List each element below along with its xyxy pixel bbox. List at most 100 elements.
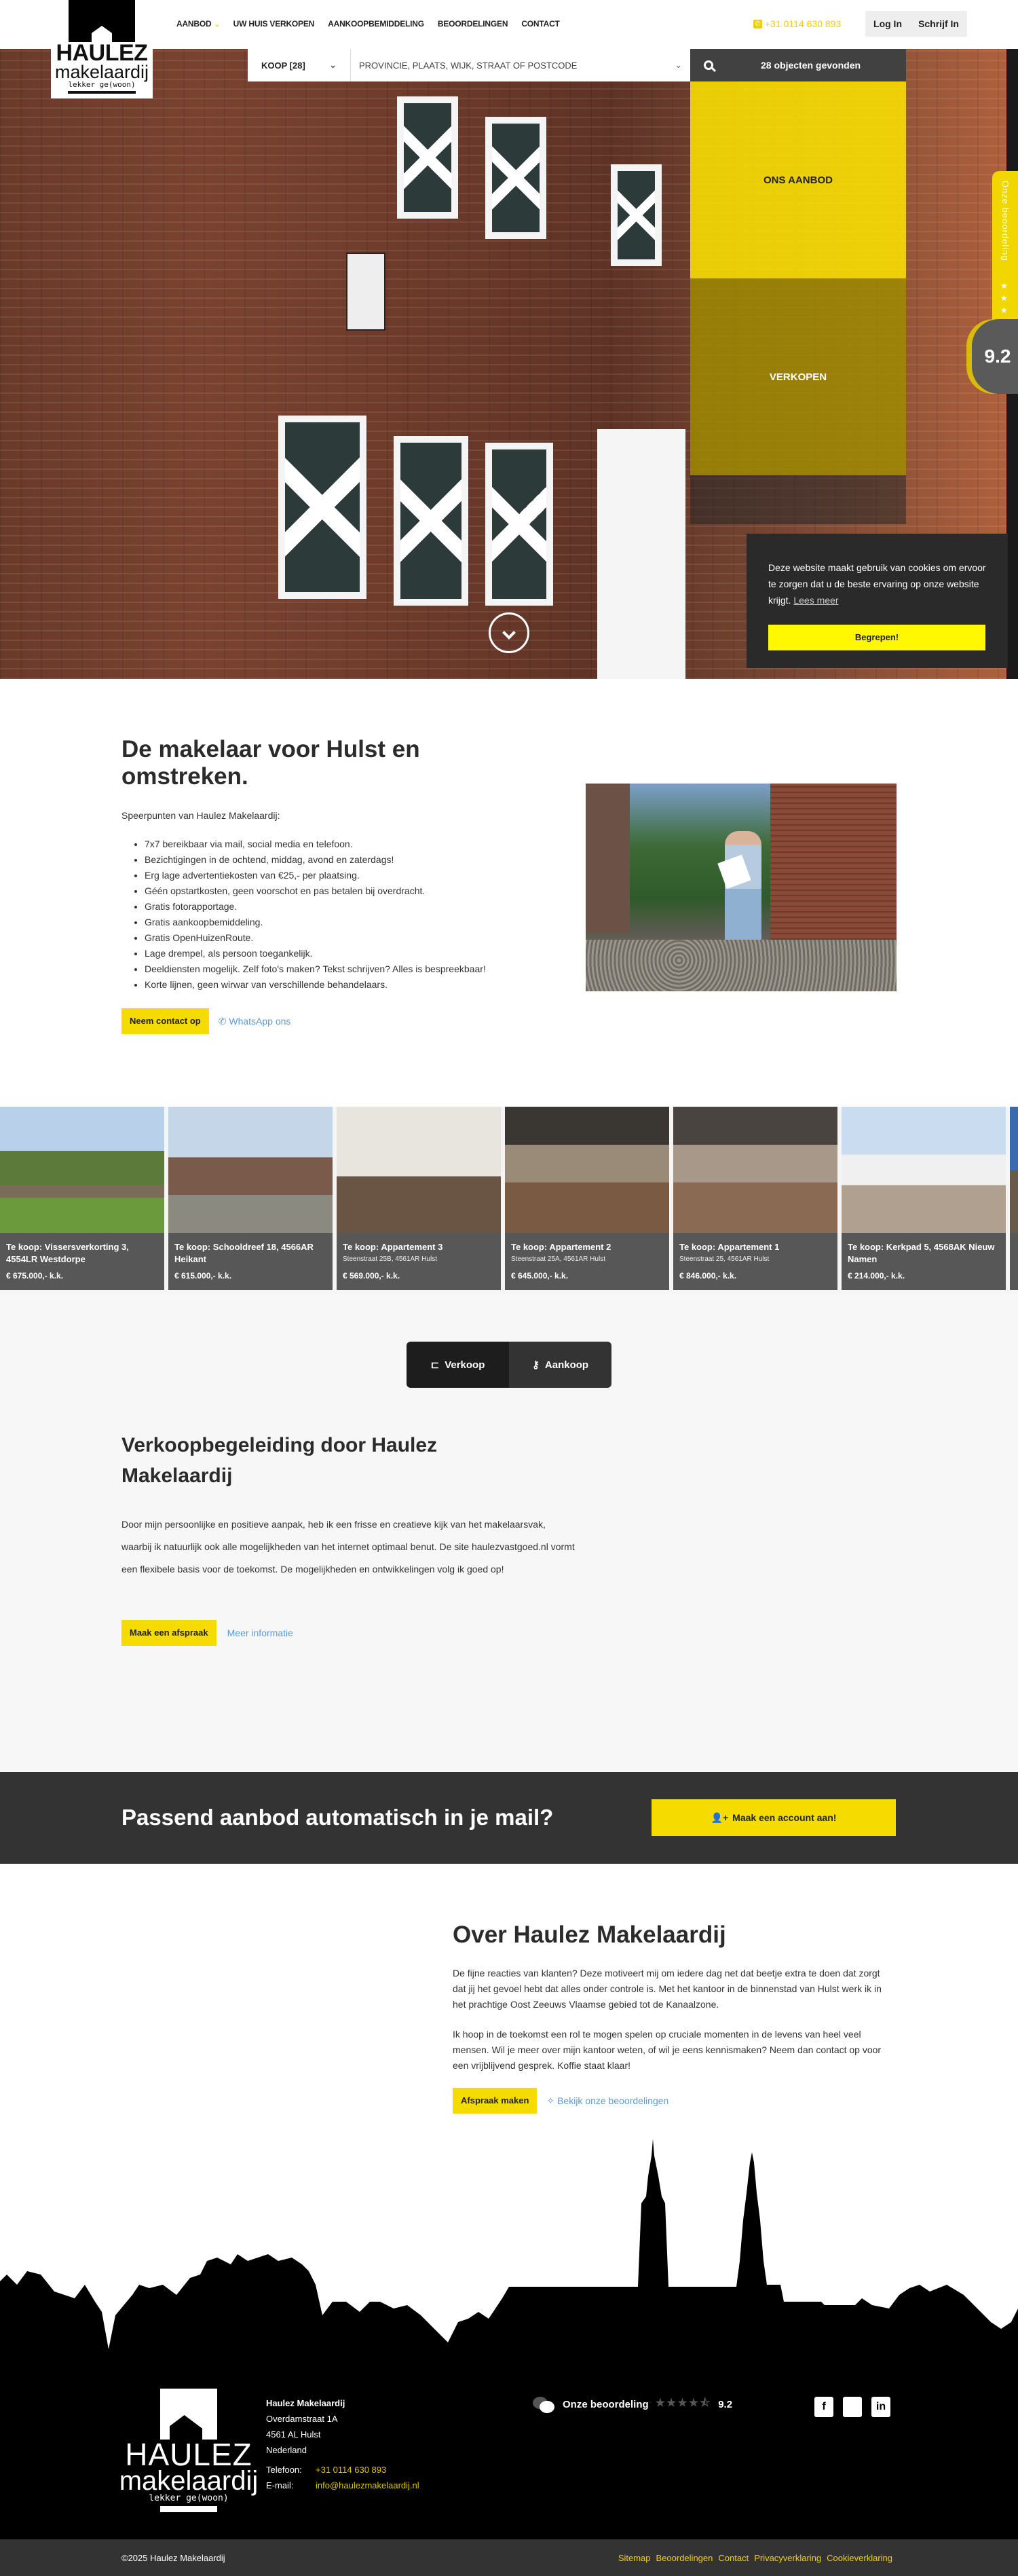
listing-address: Steenstraat 25A, 4561AR Hulst bbox=[511, 1255, 605, 1263]
hero-window bbox=[485, 117, 546, 239]
footer-contact-info: Haulez Makelaardij Overdamstraat 1A 4561… bbox=[266, 2395, 419, 2493]
listing-address: Steenstraat 25, 4561AR Hulst bbox=[679, 1255, 770, 1263]
site-logo[interactable]: HAULEZ makelaardij lekker ge(woon) bbox=[51, 0, 153, 98]
listing-price: € 675.000,- k.k. bbox=[6, 1271, 64, 1281]
verkoop-body: Door mijn persoonlijke en positieve aanp… bbox=[121, 1519, 575, 1575]
footer-email-link[interactable]: info@haulezmakelaardij.nl bbox=[316, 2478, 419, 2493]
location-search-input[interactable]: PROVINCIE, PLAATS, WIJK, STRAAT OF POSTC… bbox=[351, 49, 690, 81]
appointment-button[interactable]: Maak een afspraak bbox=[121, 1620, 216, 1646]
listing-card[interactable]: Te koop: Appartement 3 Steenstraat 25B, 4… bbox=[337, 1107, 501, 1290]
list-item: Bezichtigingen in de ochtend, middag, av… bbox=[145, 852, 486, 868]
facebook-icon[interactable]: f bbox=[814, 2397, 833, 2417]
listing-card[interactable]: Te koop: Schooldreef 18, 4566AR Heikant €… bbox=[168, 1107, 333, 1290]
listing-card[interactable]: Te koop: Vissersverkorting 3, 4554LR Wes… bbox=[0, 1107, 164, 1290]
footer-link-privacy[interactable]: Privacyverklaring bbox=[754, 2553, 821, 2563]
listing-title: Te koop: Kerkpad 5, 4568AK Nieuw Namen bbox=[848, 1242, 995, 1264]
intro-title: De makelaar voor Hulst en omstreken. bbox=[121, 736, 420, 790]
make-appointment-button[interactable]: Afspraak maken bbox=[453, 2088, 538, 2114]
about-paragraph: Ik hoop in de toekomst een rol te mogen … bbox=[453, 2029, 882, 2071]
footer-city: 4561 AL Hulst bbox=[266, 2429, 321, 2440]
listing-card[interactable]: Te koop: Kerkpad 5, 4568AK Nieuw Namen € … bbox=[842, 1107, 1006, 1290]
tile-overlay bbox=[690, 475, 906, 524]
whatsapp-label: WhatsApp ons bbox=[229, 1015, 291, 1027]
list-item: Gratis fotorapportage. bbox=[145, 899, 486, 915]
list-item: Deeldiensten mogelijk. Zelf foto's maken… bbox=[145, 961, 486, 977]
reviews-link[interactable]: ✧ Bekijk onze beoordelingen bbox=[546, 2095, 668, 2107]
footer-email-label: E-mail: bbox=[266, 2480, 294, 2490]
search-submit-button[interactable]: 28 objecten gevonden bbox=[690, 49, 906, 81]
rating-stars-icon: ★★★★⯪ bbox=[655, 2397, 712, 2409]
nav-contact[interactable]: CONTACT bbox=[521, 19, 560, 29]
scroll-down-button[interactable] bbox=[489, 612, 529, 653]
listing-card[interactable]: Te koop: Appartement 1 Steenstraat 25, 45… bbox=[673, 1107, 837, 1290]
footer-links: Sitemap Beoordelingen Contact Privacyver… bbox=[618, 2553, 892, 2563]
cookie-accept-button[interactable]: Begrepen! bbox=[768, 625, 985, 650]
list-item: Korte lijnen, geen wirwar van verschille… bbox=[145, 977, 486, 993]
listing-price: € 846.000,- k.k. bbox=[679, 1271, 737, 1281]
main-nav: AANBOD ⌄ UW HUIS VERKOPEN AANKOOPBEMIDDEL… bbox=[176, 19, 560, 29]
nav-beoordelingen[interactable]: BEOORDELINGEN bbox=[438, 19, 508, 29]
list-item: Géén opstartkosten, geen voorschot en pa… bbox=[145, 883, 486, 899]
nav-aankoopbemiddeling[interactable]: AANKOOPBEMIDDELING bbox=[328, 19, 424, 29]
listing-image bbox=[505, 1107, 669, 1233]
chat-bubbles-icon bbox=[533, 2396, 556, 2413]
listing-title: Te koop: Appartement 3 bbox=[343, 1242, 443, 1252]
rating-widget-score[interactable]: 9.2 bbox=[972, 319, 1018, 394]
tab-verkoop[interactable]: ⊏ Verkoop bbox=[407, 1342, 509, 1388]
whatsapp-link[interactable]: ✆ WhatsApp ons bbox=[219, 1016, 291, 1027]
bottom-bar: ©2025 Haulez Makelaardij Sitemap Beoorde… bbox=[0, 2539, 1018, 2576]
signup-button[interactable]: Schrijf In bbox=[918, 18, 959, 29]
intro-bullet-list: 7x7 bereikbaar via mail, social media en… bbox=[145, 836, 486, 993]
footer-link-cookies[interactable]: Cookieverklaring bbox=[827, 2553, 892, 2563]
agent-photo bbox=[586, 784, 897, 991]
city-skyline-illustration bbox=[0, 2139, 1018, 2376]
search-result-count: 28 objecten gevonden bbox=[761, 60, 861, 71]
listings-carousel: Te koop: Vissersverkorting 3, 4554LR Wes… bbox=[0, 1107, 1018, 1294]
site-footer: HAULEZ makelaardij lekker ge(woon) Haule… bbox=[0, 2376, 1018, 2539]
listing-price: € 214.000,- k.k. bbox=[848, 1271, 905, 1281]
hero-hanging-sign bbox=[346, 253, 385, 331]
chevron-down-icon bbox=[502, 626, 516, 640]
hero-window bbox=[397, 96, 458, 219]
listing-card[interactable] bbox=[1010, 1107, 1018, 1290]
social-links: f in bbox=[814, 2397, 890, 2417]
footer-phone-link[interactable]: +31 0114 630 893 bbox=[316, 2462, 386, 2478]
footer-link-contact[interactable]: Contact bbox=[718, 2553, 749, 2563]
contact-button[interactable]: Neem contact op bbox=[121, 1008, 209, 1034]
footer-rating[interactable]: Onze beoordeling ★★★★⯪ 9.2 bbox=[533, 2395, 732, 2414]
footer-logo[interactable]: HAULEZ makelaardij lekker ge(woon) bbox=[119, 2389, 259, 2512]
tile-verkopen[interactable]: VERKOPEN bbox=[690, 278, 906, 475]
hero-window bbox=[394, 436, 468, 606]
user-plus-icon: 👤+ bbox=[711, 1811, 729, 1823]
tab-verkoop-label: Verkoop bbox=[445, 1359, 485, 1371]
login-button[interactable]: Log In bbox=[873, 18, 902, 29]
linkedin-icon[interactable]: in bbox=[871, 2397, 890, 2417]
header-phone-link[interactable]: ✆ +31 0114 630 893 bbox=[753, 18, 841, 29]
intro-lead: Speerpunten van Haulez Makelaardij: bbox=[121, 810, 280, 821]
verkoop-section: ⊏ Verkoop ⚷ Aankoop Verkoopbegeleiding doo… bbox=[0, 1294, 1018, 1772]
newsletter-title: Passend aanbod automatisch in je mail? bbox=[121, 1805, 554, 1830]
listing-type-value: KOOP [28] bbox=[261, 60, 305, 71]
listing-type-select[interactable]: KOOP [28] ⌄ bbox=[248, 49, 351, 81]
listing-card[interactable]: Te koop: Appartement 2 Steenstraat 25A, 4… bbox=[505, 1107, 669, 1290]
twitter-icon[interactable] bbox=[843, 2397, 862, 2417]
logo-house-icon bbox=[69, 0, 135, 42]
tile-ons-aanbod[interactable]: ONS AANBOD bbox=[690, 81, 906, 278]
nav-uw-huis-verkopen[interactable]: UW HUIS VERKOPEN bbox=[233, 19, 315, 29]
footer-street: Overdamstraat 1A bbox=[266, 2414, 338, 2424]
tab-aankoop[interactable]: ⚷ Aankoop bbox=[509, 1342, 611, 1388]
about-paragraph: De fijne reacties van klanten? Deze moti… bbox=[453, 1968, 882, 2010]
footer-link-sitemap[interactable]: Sitemap bbox=[618, 2553, 651, 2563]
cookie-banner: Deze website maakt gebruik van cookies o… bbox=[747, 534, 1008, 668]
whatsapp-icon: ✆ bbox=[218, 1015, 227, 1027]
footer-logo-subname: makelaardij bbox=[119, 2466, 259, 2496]
create-account-button[interactable]: 👤+ Maak een account aan! bbox=[652, 1799, 896, 1836]
footer-link-beoordelingen[interactable]: Beoordelingen bbox=[656, 2553, 713, 2563]
listing-title: Te koop: Appartement 2 bbox=[511, 1242, 611, 1252]
more-info-link[interactable]: Meer informatie bbox=[227, 1627, 293, 1638]
nav-aanbod[interactable]: AANBOD ⌄ bbox=[176, 19, 220, 29]
logo-subname: makelaardij bbox=[54, 62, 149, 82]
cookie-more-link[interactable]: Lees meer bbox=[793, 595, 838, 606]
footer-company: Haulez Makelaardij bbox=[266, 2398, 345, 2408]
listing-image bbox=[168, 1107, 333, 1233]
